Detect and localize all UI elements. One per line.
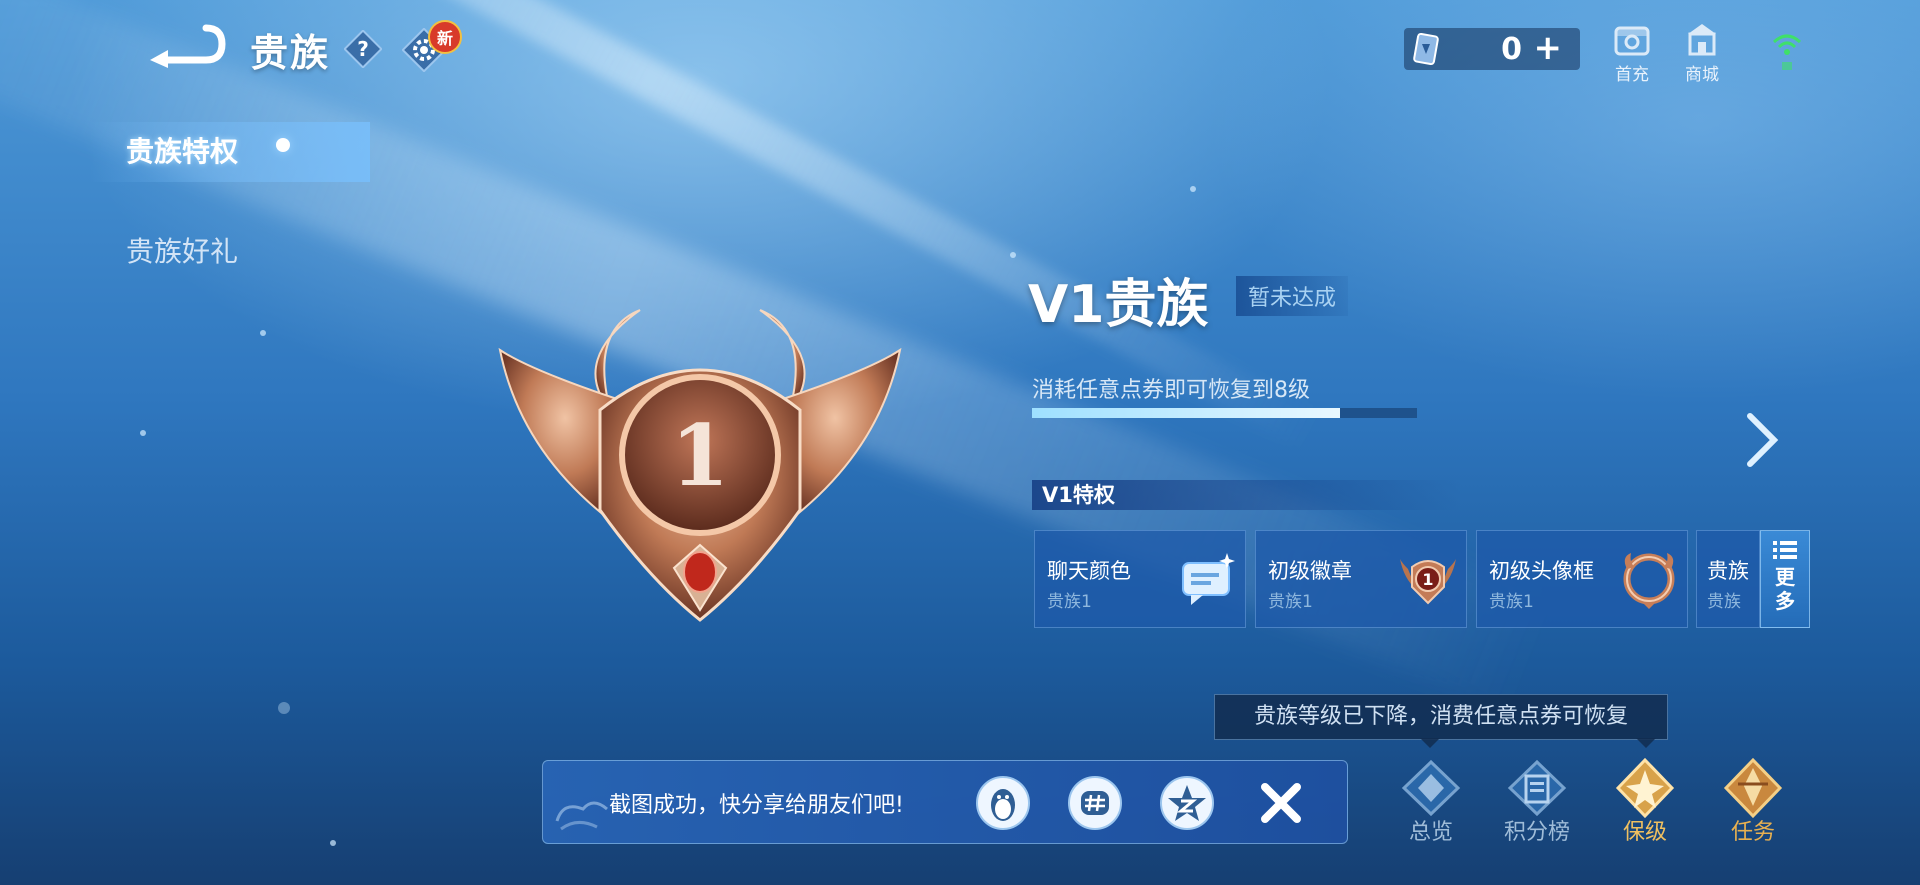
tooltip-arrow: [1636, 738, 1656, 748]
shop-icon: [1688, 24, 1716, 56]
shop-label: 商城: [1685, 65, 1719, 85]
hashtag-icon: [1068, 776, 1122, 830]
privilege-name: 聊天颜色: [1047, 559, 1131, 583]
privileges-header: V1特权: [1032, 480, 1462, 510]
share-message: 截图成功，快分享给朋友们吧!: [609, 793, 904, 818]
page-title: 贵族: [250, 31, 331, 75]
share-qzone-button[interactable]: [1159, 775, 1215, 831]
chat-bubble-icon: [1182, 553, 1235, 605]
back-button[interactable]: [146, 22, 226, 70]
help-button[interactable]: ?: [343, 29, 383, 69]
privilege-card-partial[interactable]: 贵族 贵族: [1696, 530, 1760, 628]
tab-label: 总览: [1408, 820, 1453, 845]
restore-hint: 消耗任意点券即可恢复到8级: [1032, 378, 1310, 403]
list-icon: [1773, 541, 1797, 559]
sidebar-item-gifts[interactable]: 贵族好礼: [90, 222, 274, 278]
privilege-card-badge[interactable]: 初级徽章 贵族1 1: [1255, 530, 1467, 628]
privilege-name: 贵族: [1707, 559, 1749, 583]
active-indicator: [276, 138, 290, 152]
status-badge: 暂未达成: [1236, 276, 1349, 316]
wifi-icon: [1770, 30, 1804, 72]
privilege-level: 贵族: [1707, 592, 1741, 612]
privilege-name: 初级头像框: [1489, 559, 1594, 583]
privilege-card-avatar-frame[interactable]: 初级头像框 贵族1: [1476, 530, 1688, 628]
first-charge-button[interactable]: 首充: [1602, 20, 1662, 85]
tab-overview[interactable]: 总览: [1386, 756, 1476, 846]
add-coupon-button[interactable]: +: [1534, 30, 1563, 66]
tab-label: 任务: [1730, 820, 1775, 845]
coupon-icon: [1413, 32, 1439, 66]
coupon-value: 0: [1501, 32, 1522, 67]
shop-button[interactable]: 商城: [1672, 20, 1732, 85]
tab-leaderboard[interactable]: 积分榜: [1492, 756, 1582, 846]
sidebar-item-label: 贵族特权: [126, 135, 239, 168]
tasks-icon: [1723, 757, 1783, 819]
tab-keep-level[interactable]: 保级: [1600, 756, 1690, 846]
chevron-right-icon: [1747, 413, 1779, 467]
more-privileges-button[interactable]: 更多: [1760, 530, 1810, 628]
sidebar-item-privileges[interactable]: 贵族特权: [90, 122, 370, 182]
qzone-star-icon: [1160, 776, 1214, 830]
avatar-frame-icon: [1623, 553, 1675, 609]
downgrade-tooltip: 贵族等级已下降，消费任意点券可恢复: [1214, 694, 1668, 740]
level-progress-bar: [1032, 408, 1417, 418]
tab-label: 保级: [1622, 820, 1667, 845]
more-label: 更多: [1775, 565, 1795, 613]
svg-text:?: ?: [357, 37, 369, 61]
badge-icon: 1: [1400, 559, 1456, 605]
privilege-level: 贵族1: [1489, 592, 1534, 612]
next-level-button[interactable]: [1742, 410, 1782, 470]
qq-penguin-icon: [976, 776, 1030, 830]
privilege-level: 贵族1: [1047, 592, 1092, 612]
share-qq-button[interactable]: [975, 775, 1031, 831]
cloud-swirl-icon: [555, 801, 608, 831]
level-title: V1贵族: [1028, 275, 1209, 335]
leaderboard-icon: [1507, 759, 1567, 817]
gift-box-icon: [1614, 26, 1650, 56]
close-icon: [1261, 783, 1301, 823]
first-charge-label: 首充: [1615, 65, 1649, 85]
badge-number: 1: [1422, 570, 1433, 589]
privilege-card-chat-color[interactable]: 聊天颜色 贵族1: [1034, 530, 1246, 628]
keep-level-icon: [1615, 757, 1675, 819]
privilege-level: 贵族1: [1268, 592, 1313, 612]
privilege-name: 初级徽章: [1268, 559, 1352, 583]
new-badge: 新: [428, 20, 462, 54]
back-arrow-icon: [150, 24, 226, 68]
noble-level-emblem: 1: [490, 290, 910, 650]
share-hashtag-button[interactable]: [1067, 775, 1123, 831]
tooltip-arrow: [1420, 738, 1440, 748]
overview-icon: [1401, 759, 1461, 817]
level-progress-fill: [1032, 408, 1340, 418]
screenshot-share-bar: 截图成功，快分享给朋友们吧!: [542, 760, 1348, 844]
emblem-number: 1: [671, 406, 729, 505]
question-icon: ?: [343, 29, 383, 69]
tab-tasks[interactable]: 任务: [1708, 756, 1798, 846]
sidebar-item-label: 贵族好礼: [126, 235, 239, 268]
tab-label: 积分榜: [1503, 820, 1570, 845]
close-share-button[interactable]: [1257, 779, 1305, 827]
coupon-balance: 0 +: [1404, 28, 1580, 70]
bronze-emblem-icon: 1: [498, 309, 902, 622]
